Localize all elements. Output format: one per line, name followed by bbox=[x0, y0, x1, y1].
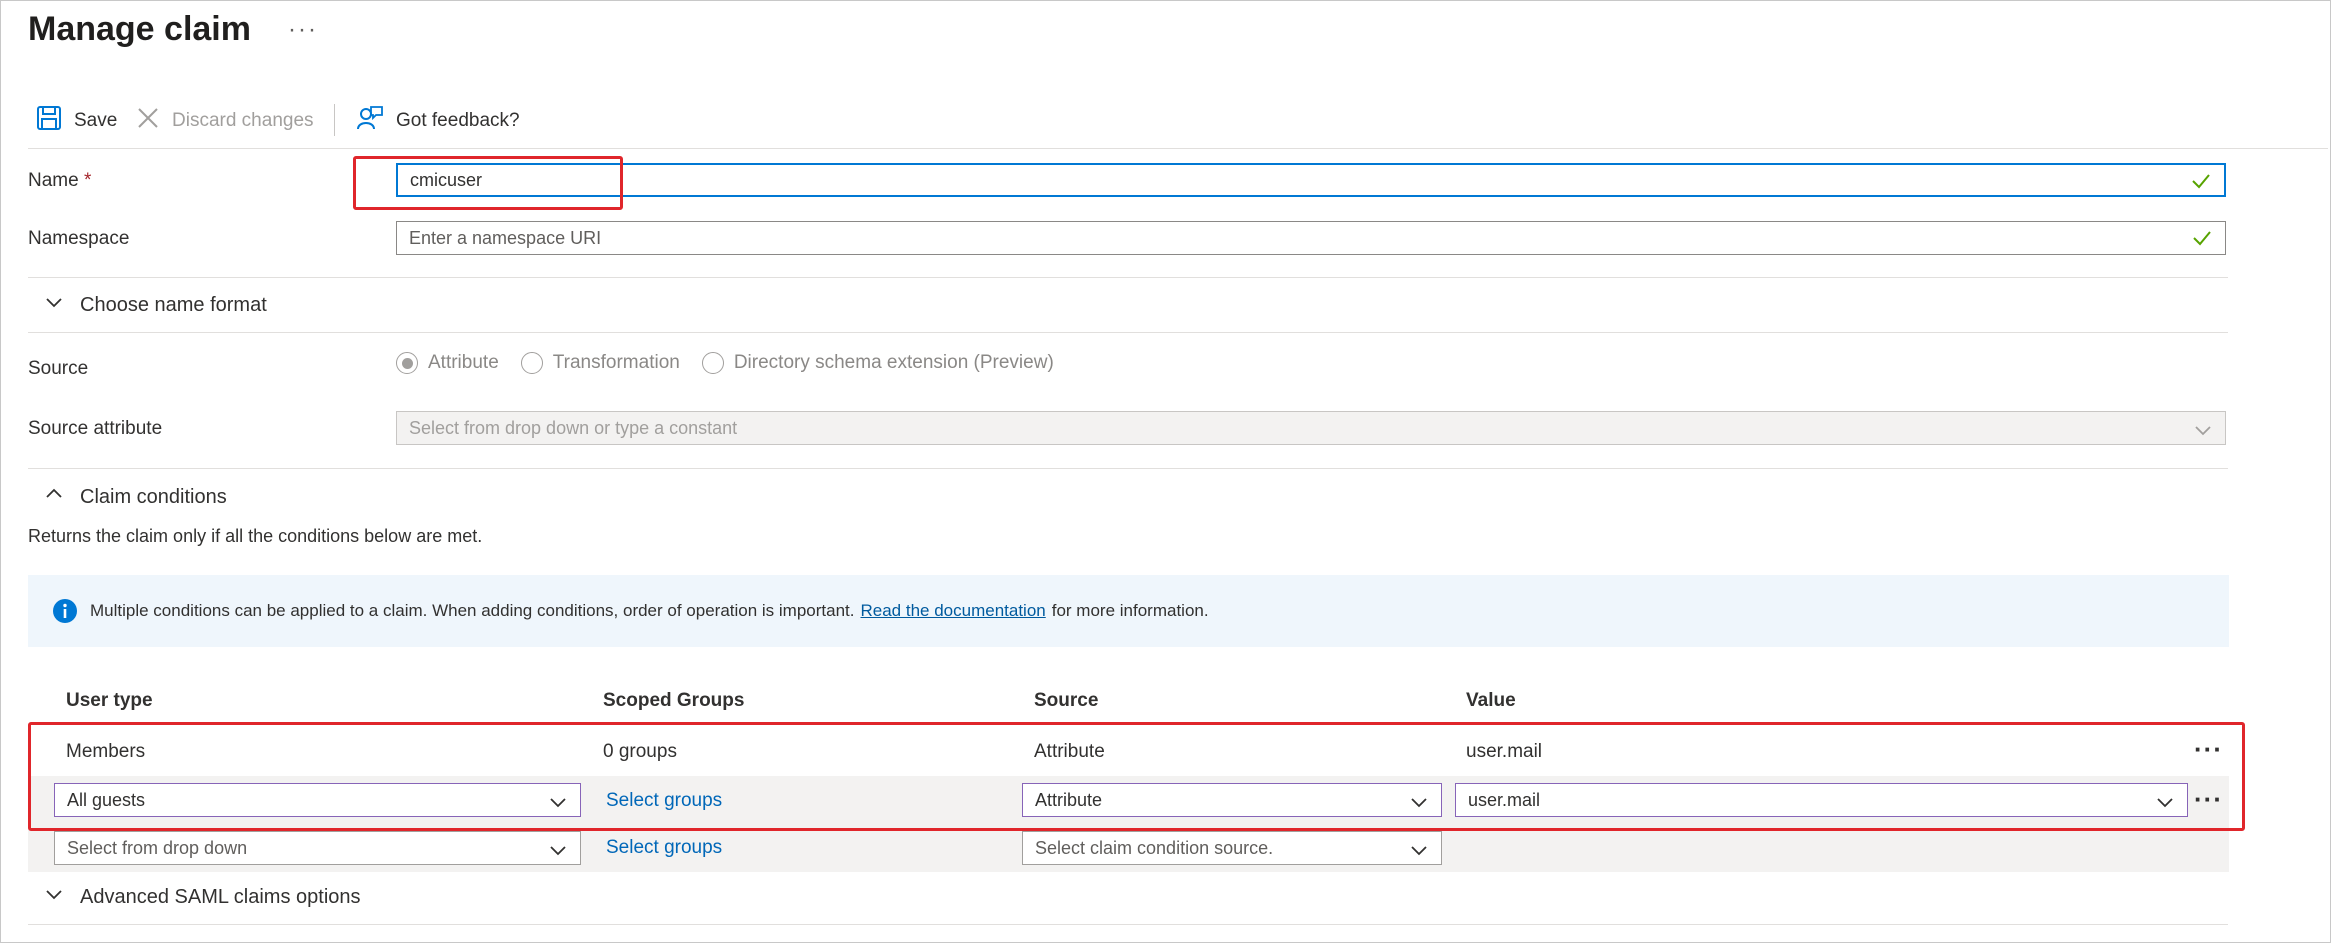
checkmark-icon bbox=[2190, 170, 2212, 197]
source-option-attribute[interactable]: Attribute bbox=[396, 352, 499, 374]
info-icon bbox=[52, 598, 78, 624]
namespace-input[interactable]: Enter a namespace URI bbox=[396, 221, 2226, 255]
divider bbox=[28, 468, 2228, 469]
source-option-transformation[interactable]: Transformation bbox=[520, 352, 680, 374]
name-label: Name * bbox=[28, 170, 91, 192]
radio-icon bbox=[701, 352, 724, 374]
discard-label: Discard changes bbox=[172, 110, 314, 131]
radio-selected-icon bbox=[396, 352, 418, 374]
claim-conditions-toggle[interactable]: Claim conditions bbox=[44, 484, 227, 510]
info-banner: Multiple conditions can be applied to a … bbox=[28, 575, 2229, 647]
new-row-user-type-placeholder: Select from drop down bbox=[67, 837, 248, 858]
close-icon bbox=[136, 106, 160, 136]
column-header-value: Value bbox=[1466, 690, 1516, 711]
feedback-button[interactable]: Got feedback? bbox=[356, 106, 520, 136]
namespace-label: Namespace bbox=[28, 228, 130, 249]
chevron-down-icon bbox=[2193, 420, 2213, 445]
source-option-directory-schema[interactable]: Directory schema extension (Preview) bbox=[701, 352, 1054, 374]
source-option-label: Attribute bbox=[428, 352, 499, 373]
save-icon bbox=[36, 105, 62, 137]
new-row-user-type-dropdown[interactable]: Select from drop down bbox=[54, 831, 581, 865]
info-suffix: for more information. bbox=[1051, 601, 1209, 620]
new-row-select-groups-link[interactable]: Select groups bbox=[606, 837, 722, 859]
source-option-label: Directory schema extension (Preview) bbox=[733, 352, 1054, 373]
name-input[interactable]: cmicuser bbox=[396, 163, 2226, 197]
new-row-source-placeholder: Select claim condition source. bbox=[1035, 837, 1274, 858]
toolbar-separator bbox=[334, 104, 335, 136]
namespace-placeholder: Enter a namespace URI bbox=[409, 227, 602, 248]
info-text: Multiple conditions can be applied to a … bbox=[90, 601, 855, 620]
column-header-source: Source bbox=[1034, 690, 1099, 711]
column-header-user-type: User type bbox=[66, 690, 153, 711]
new-row-source-dropdown[interactable]: Select claim condition source. bbox=[1022, 831, 1442, 865]
source-label: Source bbox=[28, 358, 89, 379]
toolbar-divider bbox=[28, 148, 2328, 149]
read-documentation-link[interactable]: Read the documentation bbox=[861, 601, 1046, 621]
name-label-text: Name bbox=[28, 170, 79, 191]
save-button[interactable]: Save bbox=[36, 106, 117, 136]
source-attribute-label: Source attribute bbox=[28, 418, 163, 439]
feedback-label: Got feedback? bbox=[396, 110, 520, 131]
column-header-scoped-groups: Scoped Groups bbox=[603, 690, 745, 711]
chevron-down-icon bbox=[44, 292, 64, 318]
rows-highlight-box bbox=[28, 722, 2245, 831]
source-option-label: Transformation bbox=[552, 352, 680, 373]
claim-conditions-description: Returns the claim only if all the condit… bbox=[28, 526, 483, 546]
name-format-toggle[interactable]: Choose name format bbox=[44, 292, 267, 318]
radio-icon bbox=[520, 352, 543, 374]
save-label: Save bbox=[74, 110, 118, 131]
advanced-saml-toggle[interactable]: Advanced SAML claims options bbox=[44, 884, 361, 910]
source-attribute-placeholder: Select from drop down or type a constant bbox=[409, 417, 738, 438]
page-title: Manage claim bbox=[28, 10, 251, 48]
chevron-down-icon bbox=[44, 884, 64, 910]
chevron-down-icon bbox=[1409, 840, 1429, 865]
name-format-label: Choose name format bbox=[80, 293, 267, 316]
feedback-icon bbox=[356, 104, 384, 138]
name-highlight-box bbox=[353, 156, 623, 210]
divider bbox=[28, 277, 2228, 278]
required-mark: * bbox=[83, 170, 92, 191]
source-attribute-dropdown[interactable]: Select from drop down or type a constant bbox=[396, 411, 2226, 445]
divider bbox=[28, 924, 2228, 925]
advanced-saml-label: Advanced SAML claims options bbox=[80, 885, 361, 908]
discard-changes-button[interactable]: Discard changes bbox=[136, 106, 314, 136]
checkmark-icon bbox=[2191, 227, 2213, 254]
divider bbox=[28, 332, 2228, 333]
chevron-down-icon bbox=[548, 840, 568, 865]
claim-conditions-label: Claim conditions bbox=[80, 485, 227, 508]
source-radio-group: Attribute Transformation Directory schem… bbox=[396, 352, 1062, 374]
title-more-button[interactable]: ··· bbox=[288, 16, 318, 44]
chevron-up-icon bbox=[44, 484, 64, 510]
